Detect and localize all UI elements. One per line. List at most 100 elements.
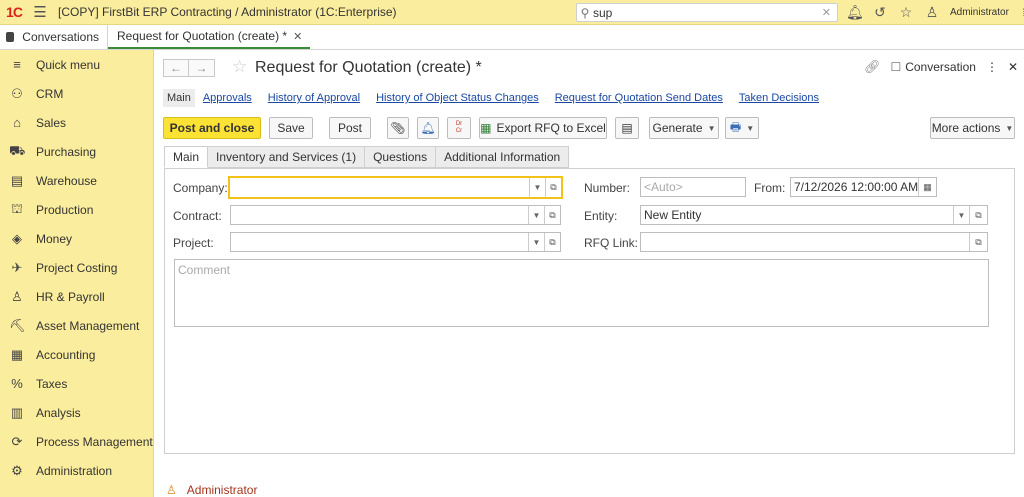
settings-menu-icon[interactable]: ⩸ [1019,4,1024,21]
sidebar-item-project-costing[interactable]: ✈ Project Costing [0,253,153,282]
subnav-taken-decisions[interactable]: Taken Decisions [739,92,819,104]
subnav-main[interactable]: Main [163,89,195,107]
post-and-close-button[interactable]: Post and close [163,117,261,139]
company-label: Company: [173,181,228,195]
more-vertical-icon[interactable]: ⋮ [986,60,998,74]
taxes-icon: % [11,376,23,391]
print-dropdown-button[interactable]: 🖶︎ ▼ [725,117,759,139]
company-field[interactable]: ▼ ⧉ [228,176,563,199]
subnav-approvals[interactable]: Approvals [203,92,252,104]
current-user[interactable]: Administrator [950,7,1009,18]
clear-search-icon[interactable]: ✕ [822,6,831,19]
chevron-down-icon[interactable]: ▼ [529,178,545,197]
bell-icon[interactable]: 🔔︎ [846,4,864,21]
tab-questions[interactable]: Questions [365,146,437,168]
tab-rfq-label: Request for Quotation (create) * [117,29,288,43]
tab-additional-information[interactable]: Additional Information [436,146,570,168]
crm-icon: ⚇ [11,85,23,101]
sidebar-item-money[interactable]: ◈ Money [0,224,153,253]
tab-inventory-and-services[interactable]: Inventory and Services (1) [208,146,366,168]
subnav-history-status-changes[interactable]: History of Object Status Changes [376,92,539,104]
contract-label: Contract: [173,209,222,223]
from-date-field[interactable]: 7/12/2026 12:00:00 AM ▦ [790,177,937,197]
form-sections-nav: Main Approvals History of Approval Histo… [163,88,835,108]
1c-logo-icon: 1С [6,4,23,20]
favorite-star-icon[interactable]: ☆ [232,57,247,77]
sidebar-item-sales[interactable]: ⌂ Sales [0,108,153,137]
open-form-icon[interactable]: ⧉ [544,206,560,224]
chevron-down-icon[interactable]: ▼ [528,233,544,251]
sidebar-item-warehouse[interactable]: ▤ Warehouse [0,166,153,195]
calendar-icon[interactable]: ▦ [918,178,936,196]
user-icon[interactable]: ♙ [924,4,940,21]
conversation-button[interactable]: ☐ Conversation [890,60,975,74]
printer-icon: 🖶︎ [729,119,742,134]
back-arrow-icon[interactable]: ← [163,59,189,77]
sidebar-item-administration[interactable]: ⚙ Administration [0,456,153,485]
project-costing-icon: ✈ [11,259,23,275]
sidebar-item-label: Quick menu [36,57,101,72]
tab-conversations-label: Conversations [22,30,99,44]
purchasing-icon: ⛟ [9,142,26,158]
production-icon: ⛫ [11,200,23,216]
chevron-down-icon[interactable]: ▼ [953,206,969,224]
form-tabs: Main Inventory and Services (1) Question… [164,146,570,168]
project-label: Project: [173,236,214,250]
history-icon[interactable]: ↺ [872,4,888,21]
search-box[interactable]: ⚲ ✕ [576,3,838,22]
open-form-icon[interactable]: ⧉ [545,178,561,197]
search-input[interactable] [593,5,813,20]
sidebar-item-production[interactable]: ⛫ Production [0,195,153,224]
form-toolbar: Post and close Save Post 📎︎ 🔔︎ Dr Cr ▦ Exp… [163,117,1015,139]
sidebar-item-label: Asset Management [36,318,140,333]
close-tab-icon[interactable]: ✕ [293,30,302,43]
open-form-icon[interactable]: ⧉ [969,233,987,251]
more-actions-button[interactable]: More actions ▼ [930,117,1015,139]
open-form-icon[interactable]: ⧉ [969,206,987,224]
sidebar-item-accounting[interactable]: ▦ Accounting [0,340,153,369]
sidebar-item-label: Administration [36,463,113,478]
sidebar-item-crm[interactable]: ⚇ CRM [0,79,153,108]
forward-arrow-icon[interactable]: → [189,59,215,77]
entity-field[interactable]: New Entity ▼ ⧉ [640,205,988,225]
reminder-bell-icon[interactable]: 🔔︎ [417,117,439,139]
export-rfq-to-excel-button[interactable]: ▦ Export RFQ to Excel [479,117,607,139]
sidebar-item-hr-payroll[interactable]: ♙ HR & Payroll [0,282,153,311]
project-field[interactable]: ▼ ⧉ [230,232,561,252]
page-title: Request for Quotation (create) * [255,59,482,76]
chevron-down-icon: ▼ [746,123,755,133]
number-field[interactable]: <Auto> [640,177,746,197]
close-form-icon[interactable]: ✕ [1008,60,1018,74]
report-structure-icon[interactable]: ▤ [615,117,639,139]
open-form-icon[interactable]: ⧉ [544,233,560,251]
tab-conversations[interactable]: Conversations [0,25,108,49]
conversations-icon [6,32,15,42]
subnav-rfq-send-dates[interactable]: Request for Quotation Send Dates [555,92,723,104]
main-menu-icon[interactable]: ☰ [28,3,52,21]
sidebar-item-asset-management[interactable]: ⛏ Asset Management [0,311,153,340]
dr-cr-journal-icon[interactable]: Dr Cr [447,117,471,139]
tab-main[interactable]: Main [164,146,209,168]
subnav-history-of-approval[interactable]: History of Approval [268,92,360,104]
tab-request-for-quotation[interactable]: Request for Quotation (create) * ✕ [108,25,311,49]
contract-field[interactable]: ▼ ⧉ [230,205,561,225]
sidebar-item-taxes[interactable]: % Taxes [0,369,153,398]
rfq-link-field[interactable]: ⧉ [640,232,988,252]
top-icons: 🔔︎ ↺ ☆ ♙ Administrator ⩸ [846,0,1024,25]
rfq-link-label: RFQ Link: [584,236,639,250]
open-tabs-bar: Conversations Request for Quotation (cre… [0,25,1024,50]
chevron-down-icon[interactable]: ▼ [528,206,544,224]
accounting-icon: ▦ [10,346,24,362]
comment-textarea[interactable]: Comment [174,259,989,327]
sidebar-item-quick-menu[interactable]: ≡ Quick menu [0,50,153,79]
sidebar-item-analysis[interactable]: ▥ Analysis [0,398,153,427]
author-name[interactable]: Administrator [187,483,258,497]
link-icon[interactable]: 🔗︎ [864,59,881,75]
save-button[interactable]: Save [269,117,313,139]
generate-dropdown-button[interactable]: Generate ▼ [649,117,719,139]
sidebar-item-process-management[interactable]: ⟳ Process Management [0,427,153,456]
attachment-paperclip-icon[interactable]: 📎︎ [387,117,409,139]
sidebar-item-purchasing[interactable]: ⛟ Purchasing [0,137,153,166]
post-button[interactable]: Post [329,117,371,139]
favorites-star-icon[interactable]: ☆ [898,4,914,21]
